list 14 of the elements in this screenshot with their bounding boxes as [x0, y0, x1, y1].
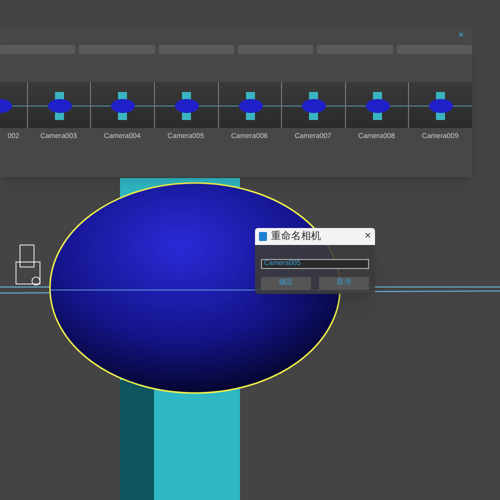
camera-thumbnail[interactable]: [154, 82, 218, 128]
sphere-thumbnail-icon: [155, 92, 218, 120]
camera-thumbnail[interactable]: [281, 82, 345, 128]
camera-thumbnail[interactable]: [344, 82, 408, 128]
camera-thumbnail[interactable]: [90, 82, 154, 128]
app-icon: [259, 232, 267, 241]
close-button[interactable]: ×: [364, 231, 371, 242]
camera-thumbnail[interactable]: [0, 82, 27, 128]
camera-thumbnail[interactable]: [408, 82, 472, 128]
dialog-title: 重命名相机: [271, 230, 321, 244]
sphere-thumbnail-icon: [409, 92, 472, 120]
camera-thumbnail[interactable]: [218, 82, 282, 128]
close-button[interactable]: ×: [458, 31, 464, 41]
camera-thumbnail[interactable]: [26, 82, 90, 128]
